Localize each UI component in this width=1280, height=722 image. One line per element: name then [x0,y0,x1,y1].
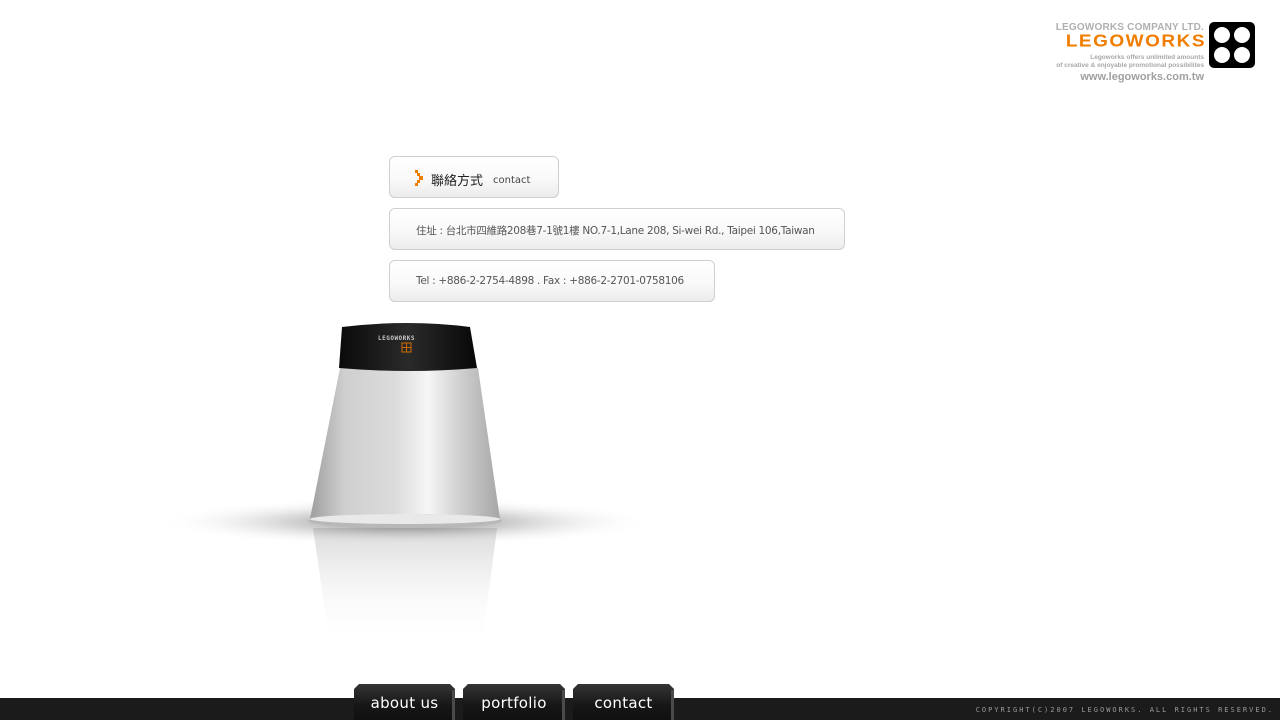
logo-dot [1214,27,1230,43]
logo-url: www.legoworks.com.tw [1080,71,1204,83]
address-panel: 住址 : 台北市四維路208巷7-1號1樓 NO.7-1,Lane 208, S… [389,208,845,250]
logo-dot [1234,47,1250,63]
company-logo[interactable]: LEGOWORKS COMPANY LTD. LEGOWORKS Legowor… [1010,20,1260,88]
arrow-right-icon [415,170,423,186]
contact-title-zh: 聯絡方式 [431,174,484,189]
logo-tagline-line-2: of creative & enjoyable promotional poss… [1056,62,1204,69]
product-label: LEGOWORKS [378,335,416,342]
logo-wordmark: LEGOWORKS [1065,32,1206,52]
product-speaker-illustration [155,323,655,645]
phone-fax-panel: Tel : +886-2-2754-4898 . Fax : +886-2-27… [389,260,715,302]
nav-contact-button[interactable]: contact [573,684,674,720]
phone-fax-text: Tel : +886-2-2754-4898 . Fax : +886-2-27… [416,275,684,287]
logo-dot [1214,47,1230,63]
copyright-text: COPYRIGHT(C)2007 LEGOWORKS. ALL RIGHTS R… [975,706,1274,714]
address-text: 住址 : 台北市四維路208巷7-1號1樓 NO.7-1,Lane 208, S… [416,225,815,237]
product-image: LEGOWORKS [150,300,670,680]
logo-dot [1234,27,1250,43]
logo-tagline-line-1: Legoworks offers unlimited amounts [1090,54,1204,61]
nav-about-us-button[interactable]: about us [354,684,455,720]
logo-tagline: Legoworks offers unlimited amounts of cr… [1056,54,1204,70]
contact-title-panel: 聯絡方式 contact [389,156,559,198]
logo-mark-icon [1209,22,1255,68]
contact-title-en: contact [493,175,531,186]
nav-portfolio-button[interactable]: portfolio [463,684,565,720]
